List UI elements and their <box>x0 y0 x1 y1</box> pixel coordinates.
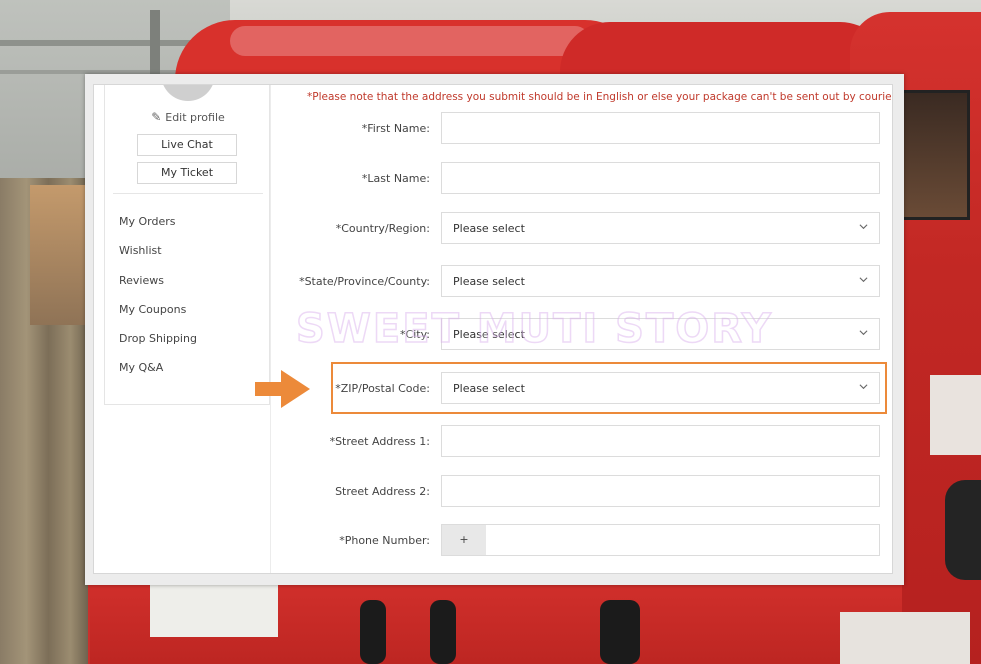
live-chat-button[interactable]: Live Chat <box>137 134 237 156</box>
sidebar-item-my-orders[interactable]: My Orders <box>119 207 197 236</box>
first-name-field[interactable] <box>441 112 880 144</box>
arrow-right-icon <box>255 370 310 408</box>
sidebar-menu: My Orders Wishlist Reviews My Coupons Dr… <box>119 207 197 383</box>
account-sidebar: ✎ Edit profile Live Chat My Ticket My Ord… <box>104 85 271 405</box>
sidebar-item-wishlist[interactable]: Wishlist <box>119 236 197 265</box>
street-address-1-field[interactable] <box>441 425 880 457</box>
english-address-note: *Please note that the address you submit… <box>307 91 893 103</box>
sidebar-item-my-qa[interactable]: My Q&A <box>119 353 197 382</box>
sidebar-item-reviews[interactable]: Reviews <box>119 266 197 295</box>
edit-profile-link[interactable]: ✎ Edit profile <box>105 110 271 124</box>
phone-number-label: *Phone Number: <box>339 534 430 547</box>
country-select[interactable]: Please select <box>441 212 880 244</box>
state-label: *State/Province/County: <box>299 275 430 288</box>
my-ticket-button[interactable]: My Ticket <box>137 162 237 184</box>
state-select-value: Please select <box>453 275 525 288</box>
chevron-down-icon <box>859 277 868 283</box>
chevron-down-icon <box>859 330 868 336</box>
street-address-2-label: Street Address 2: <box>335 485 430 498</box>
last-name-label: *Last Name: <box>361 172 430 185</box>
sidebar-divider <box>113 193 263 194</box>
state-select[interactable]: Please select <box>441 265 880 297</box>
sidebar-item-my-coupons[interactable]: My Coupons <box>119 295 197 324</box>
sidebar-item-drop-shipping[interactable]: Drop Shipping <box>119 324 197 353</box>
content-divider <box>270 85 271 573</box>
country-select-value: Please select <box>453 222 525 235</box>
last-name-field[interactable] <box>441 162 880 194</box>
pencil-icon: ✎ <box>151 110 162 124</box>
street-address-1-label: *Street Address 1: <box>329 435 430 448</box>
first-name-label: *First Name: <box>361 122 430 135</box>
edit-profile-label: Edit profile <box>165 111 225 124</box>
phone-country-code[interactable]: + <box>442 525 486 555</box>
zip-highlight-box <box>331 362 887 414</box>
street-address-2-field[interactable] <box>441 475 880 507</box>
phone-number-field[interactable]: + <box>441 524 880 556</box>
avatar <box>161 85 215 101</box>
country-label: *Country/Region: <box>335 222 430 235</box>
chevron-down-icon <box>859 224 868 230</box>
watermark-text: SWEET MUTI STORY <box>295 305 773 353</box>
